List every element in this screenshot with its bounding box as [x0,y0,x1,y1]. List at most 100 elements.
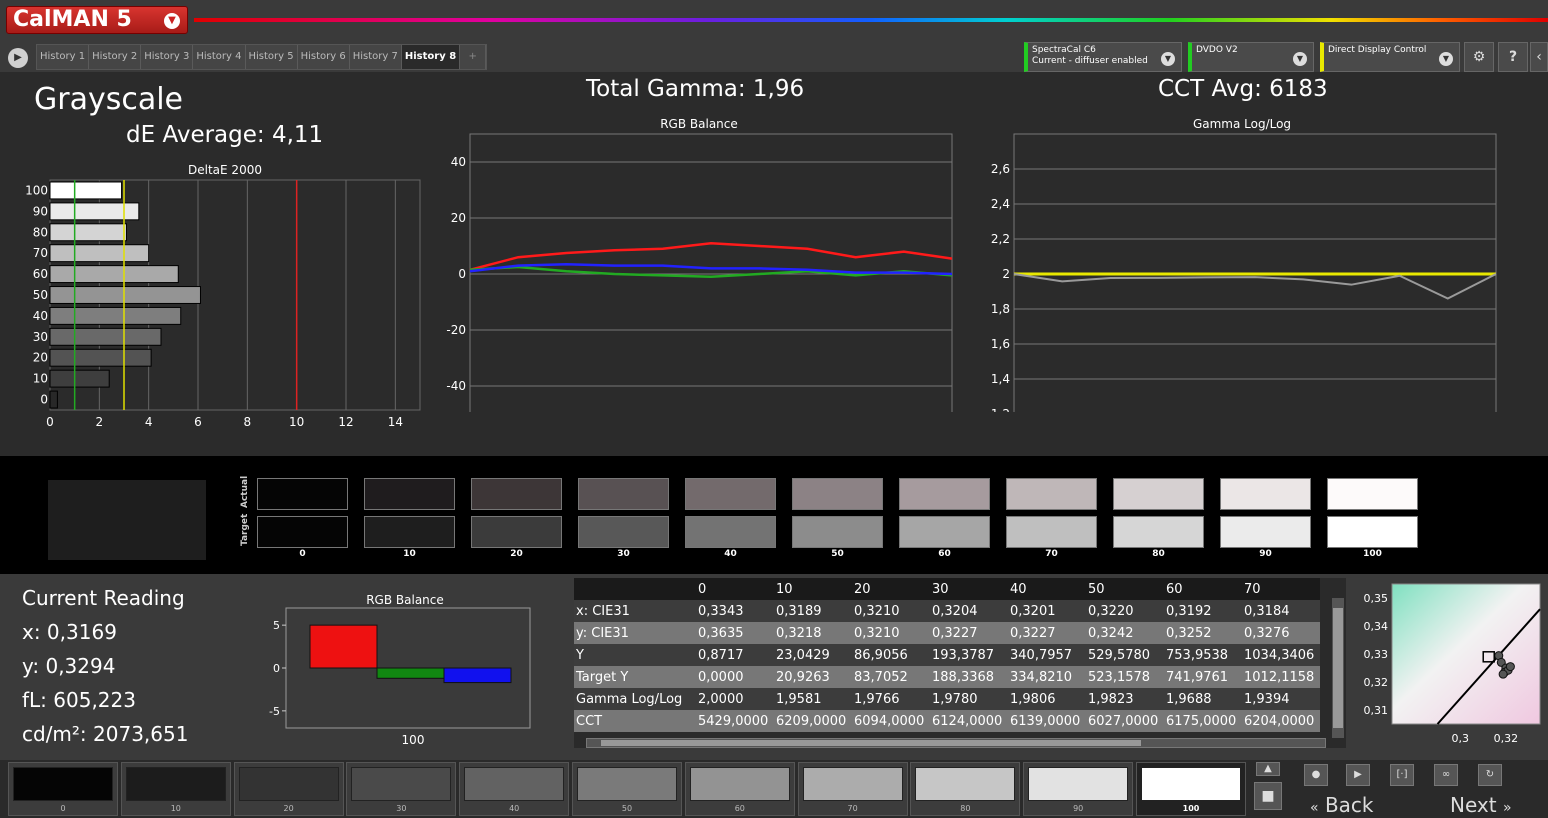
table-cell: 1,9766 [852,688,930,710]
table-row: Gamma Log/Log 2,0000 1,9581 1,9766 1,9780 1,9… [574,688,1320,710]
step-swatch [125,767,226,801]
tab-history-6[interactable]: History 6 [297,45,350,69]
x-tick-label: 0,32 [1494,732,1519,745]
data-point [1505,662,1515,672]
y-tick-label: 0,31 [1364,704,1389,717]
table-cell: 5429,0000 [696,710,774,732]
table-cell: 0,3210 [852,622,930,644]
y-tick-label: 1,6 [991,337,1010,351]
table-cell: 0,3218 [774,622,852,644]
back-button[interactable]: « Back [1310,790,1374,818]
step-button-20[interactable]: 20 [233,762,344,816]
table-cell: 0,3220 [1086,600,1164,622]
table-header-row: 0 10 20 30 40 50 60 70 [574,578,1320,600]
chevron-down-icon[interactable]: ▼ [1439,52,1453,66]
tab-history-5[interactable]: History 5 [245,45,298,69]
source-selector[interactable]: DVDO V2 ▼ [1188,42,1314,72]
table-cell: 6209,0000 [774,710,852,732]
table-cell: 1,9780 [930,688,1008,710]
cie-chart: 0,35 0,34 0,33 0,32 0,31 0,3 0,32 [1364,583,1541,745]
scrollbar-thumb[interactable] [1333,608,1343,728]
app-logo-text: CalMAN 5 [13,7,132,32]
tab-history-4[interactable]: History 4 [193,45,246,69]
target-swatch [1006,516,1097,548]
tab-history-1[interactable]: History 1 [37,45,90,69]
meter-selector[interactable]: SpectraCal C6 Current - diffuser enabled… [1024,42,1182,72]
chevron-down-icon[interactable]: ▼ [1161,52,1175,66]
tab-history-7[interactable]: History 7 [349,45,402,69]
chevron-down-icon[interactable]: ▼ [164,13,180,29]
y-tick-label: 1,4 [991,372,1010,386]
table-cell: 0,3227 [930,622,1008,644]
app-logo-button[interactable]: CalMAN 5 [6,6,188,34]
gear-icon[interactable]: ⚙ [1464,42,1494,72]
scrollbar-thumb[interactable] [601,740,1141,746]
play-icon[interactable]: ▶ [1346,764,1370,786]
table-cell: 334,8210 [1008,666,1086,688]
data-table[interactable]: 0 10 20 30 40 50 60 70 x: CIE31 0,3343 0,3189 0,321… [574,578,1346,748]
record-icon[interactable]: ● [1304,764,1328,786]
step-swatch [1028,767,1129,801]
step-button-50[interactable]: 50 [572,762,682,816]
step-button-60[interactable]: 60 [684,762,795,816]
loop-icon[interactable]: ∞ [1434,764,1458,786]
add-tab-button[interactable]: + [460,45,487,69]
horizontal-scrollbar[interactable] [586,738,1326,748]
step-swatch [1141,767,1241,801]
next-button[interactable]: Next » [1450,790,1512,818]
tab-history-2[interactable]: History 2 [89,45,142,69]
help-icon[interactable]: ? [1498,42,1528,72]
y-tick-label: 40 [451,155,466,169]
y-tick-label: 30 [33,330,48,344]
step-swatch [915,767,1016,801]
step-button-100[interactable]: 100 [1136,762,1246,816]
chevron-down-icon[interactable]: ▼ [1293,52,1307,66]
display-selector[interactable]: Direct Display Control ▼ [1320,42,1460,72]
display-name: Direct Display Control [1328,45,1427,55]
step-button-10[interactable]: 10 [120,762,231,816]
chevron-up-icon[interactable]: ▲ [1256,762,1280,776]
stop-icon[interactable]: ■ [1254,782,1282,810]
refresh-icon[interactable]: ↻ [1478,764,1502,786]
bar [49,348,152,367]
step-label: 60 [734,804,745,813]
y-tick-label: 100 [25,183,48,197]
vertical-scrollbar[interactable] [1332,598,1344,738]
target-swatch [257,516,348,548]
y-tick-label: 20 [33,351,48,365]
table-cell: 2,0000 [696,688,774,710]
step-button-40[interactable]: 40 [459,762,570,816]
actual-swatch [1220,478,1311,510]
de-average: dE Average: 4,11 [126,122,324,148]
step-button-0[interactable]: 0 [8,762,118,816]
table-cell: 6175,0000 [1164,710,1242,732]
step-button-70[interactable]: 70 [797,762,908,816]
swatch-label: 70 [1045,549,1058,559]
bar [49,265,179,284]
table-row: CCT 5429,0000 6209,0000 6094,0000 6124,0000 6… [574,710,1320,732]
table-row-label: Gamma Log/Log [574,688,696,710]
tab-history-3[interactable]: History 3 [141,45,194,69]
target-swatch [1113,516,1204,548]
table-cell: 0,3201 [1008,600,1086,622]
rgb-balance-chart: RGB Balance40200-20-40010203040506070809… [446,117,953,412]
step-button-90[interactable]: 90 [1023,762,1134,816]
tab-history-8[interactable]: History 8 [401,45,461,69]
title-bar: CalMAN 5 ▼ [0,0,1548,38]
step-button-30[interactable]: 30 [346,762,457,816]
target-swatch [1327,516,1418,548]
y-tick-label: 0,35 [1364,592,1389,605]
play-icon[interactable]: ▶ [8,48,28,68]
actual-swatch [578,478,669,510]
chevron-left-icon[interactable]: ‹ [1530,42,1548,72]
table-row: Target Y 0,0000 20,9263 83,7052 188,3368 334,… [574,666,1320,688]
step-label: 50 [621,804,633,813]
bar [49,202,140,221]
table-cell: 1,9806 [1008,688,1086,710]
bar [376,667,445,679]
y-tick-label: 40 [33,309,48,323]
swatch-label: 50 [831,549,844,559]
step-button-80[interactable]: 80 [910,762,1021,816]
bracket-icon[interactable]: [·] [1390,764,1414,786]
table-cell: 83,7052 [852,666,930,688]
